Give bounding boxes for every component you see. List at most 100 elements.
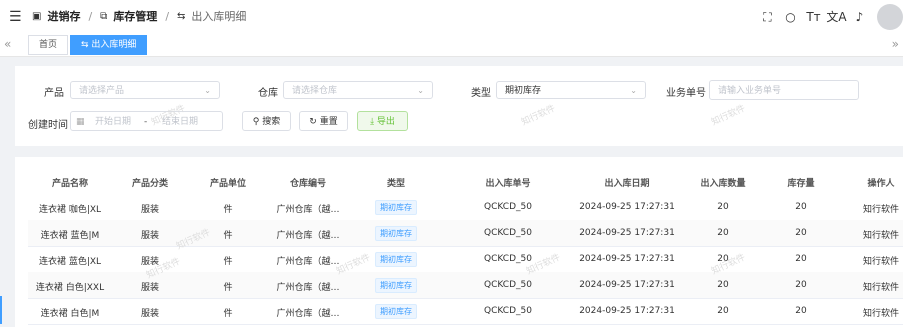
column-header-operator: 操作人 bbox=[867, 179, 895, 189]
cell-order-no: QCKCD_50 bbox=[484, 306, 532, 316]
sidebar-edge-indicator bbox=[0, 296, 2, 324]
cell-unit: 件 bbox=[223, 205, 233, 215]
translate-icon[interactable]: 文A bbox=[825, 0, 848, 34]
cell-product-name: 连衣裙 蓝色|XL bbox=[38, 257, 102, 267]
reset-button[interactable]: ↻ 重置 bbox=[299, 111, 348, 131]
export-button[interactable]: ⤓ 导出 bbox=[357, 111, 408, 131]
cell-order-no: QCKCD_50 bbox=[484, 228, 532, 238]
download-icon: ⤓ bbox=[370, 117, 377, 127]
cell-date: 2024-09-25 17:27:31 bbox=[579, 280, 675, 290]
breadcrumb-item-root[interactable]: 进销存 bbox=[47, 10, 80, 24]
search-button[interactable]: ⚲ 搜索 bbox=[242, 111, 291, 131]
cell-operator: 知行软件 bbox=[862, 257, 900, 267]
cell-quantity: 20 bbox=[717, 306, 729, 316]
cell-stock: 20 bbox=[795, 254, 807, 264]
product-label: 产品 bbox=[44, 88, 64, 99]
cell-warehouse-code: 广州仓库（越… bbox=[276, 257, 340, 267]
product-placeholder: 请选择产品 bbox=[79, 86, 125, 96]
tab-stock-detail[interactable]: ⇆ 出入库明细 bbox=[70, 35, 148, 55]
cell-operator: 知行软件 bbox=[862, 231, 900, 241]
cell-category: 服装 bbox=[140, 257, 160, 267]
cell-date: 2024-09-25 17:27:31 bbox=[579, 254, 675, 264]
breadcrumb-item-current: 出入库明细 bbox=[191, 10, 247, 23]
transfer-icon: ⇆ bbox=[81, 40, 92, 50]
table-row[interactable]: 连衣裙 咖色|XL 服装 件 广州仓库（越… 期初库存 QCKCD_50 202… bbox=[28, 194, 903, 221]
avatar[interactable] bbox=[877, 4, 903, 30]
date-range-picker[interactable]: ▦ 开始日期 - 结束日期 bbox=[70, 111, 223, 131]
date-separator: - bbox=[144, 117, 148, 127]
table-row[interactable]: 连衣裙 白色|XXL 服装 件 广州仓库（越… 期初库存 QCKCD_50 20… bbox=[28, 272, 903, 299]
bell-icon[interactable]: ♪ bbox=[848, 0, 871, 34]
top-bar: ☰ ▣ 进销存 / ⧉ 库存管理 / ⇆ 出入库明细 ⛶ ○ Tт 文A ♪ bbox=[0, 0, 903, 35]
table-row[interactable]: 连衣裙 蓝色|XL 服装 件 广州仓库（越… 期初库存 QCKCD_50 202… bbox=[28, 246, 903, 273]
cell-operator: 知行软件 bbox=[862, 283, 900, 293]
search-icon: ⚲ bbox=[252, 117, 263, 127]
product-select[interactable]: 请选择产品 ⌄ bbox=[70, 81, 220, 99]
column-header-stock: 库存量 bbox=[787, 179, 815, 189]
order-no-placeholder: 请输入业务单号 bbox=[718, 86, 782, 96]
cell-quantity: 20 bbox=[717, 202, 729, 212]
cell-date: 2024-09-25 17:27:31 bbox=[579, 306, 675, 316]
table-row[interactable]: 连衣裙 蓝色|M 服装 件 广州仓库（越… 期初库存 QCKCD_50 2024… bbox=[28, 220, 903, 247]
start-date-input[interactable]: 开始日期 bbox=[95, 112, 131, 132]
type-select[interactable]: 期初库存 ⌄ bbox=[496, 81, 646, 99]
calendar-icon: ▦ bbox=[76, 117, 85, 127]
cell-quantity: 20 bbox=[717, 254, 729, 264]
cell-category: 服装 bbox=[140, 309, 160, 319]
breadcrumb-item-inventory[interactable]: 库存管理 bbox=[113, 10, 157, 24]
cell-operator: 知行软件 bbox=[862, 309, 900, 319]
stock-detail-table: 产品名称 产品分类 产品单位 仓库编号 类型 出入库单号 出入库日期 出入库数量… bbox=[15, 157, 903, 327]
chevron-down-icon: ⌄ bbox=[417, 86, 424, 95]
inventory-icon: ⧉ bbox=[100, 11, 108, 22]
fullscreen-icon[interactable]: ⛶ bbox=[756, 0, 779, 34]
tab-label: 出入库明细 bbox=[91, 40, 137, 50]
cell-order-no: QCKCD_50 bbox=[484, 280, 532, 290]
cell-operator: 知行软件 bbox=[862, 205, 900, 215]
export-button-label: 导出 bbox=[376, 117, 395, 127]
tabs-bar: « 首页 ⇆ 出入库明细 » bbox=[0, 34, 903, 57]
column-header-warehouse-code: 仓库编号 bbox=[289, 179, 327, 189]
search-panel: 产品 请选择产品 ⌄ 仓库 请选择仓库 ⌄ 类型 期初库存 ⌄ 业务单号 请输入… bbox=[15, 66, 903, 146]
cell-unit: 件 bbox=[223, 257, 233, 267]
type-tag: 期初库存 bbox=[375, 278, 417, 293]
watermark: 知行软件 bbox=[710, 103, 748, 129]
type-tag: 期初库存 bbox=[375, 304, 417, 319]
type-tag: 期初库存 bbox=[375, 226, 417, 241]
cell-stock: 20 bbox=[795, 306, 807, 316]
reset-button-label: 重置 bbox=[319, 117, 338, 127]
font-size-icon[interactable]: Tт bbox=[802, 0, 825, 34]
watermark: 知行软件 bbox=[520, 103, 558, 129]
created-time-label: 创建时间 bbox=[28, 120, 68, 131]
tab-home[interactable]: 首页 bbox=[28, 35, 69, 55]
cell-quantity: 20 bbox=[717, 280, 729, 290]
cell-warehouse-code: 广州仓库（越… bbox=[276, 205, 340, 215]
order-no-input[interactable]: 请输入业务单号 bbox=[709, 80, 859, 100]
cell-unit: 件 bbox=[223, 283, 233, 293]
cell-category: 服装 bbox=[140, 283, 160, 293]
cell-unit: 件 bbox=[223, 309, 233, 319]
cell-order-no: QCKCD_50 bbox=[484, 254, 532, 264]
table-row[interactable]: 连衣裙 白色|M 服装 件 广州仓库（越… 期初库存 QCKCD_50 2024… bbox=[28, 298, 903, 325]
column-header-product-name: 产品名称 bbox=[51, 179, 89, 189]
search-button-label: 搜索 bbox=[262, 117, 281, 127]
cell-category: 服装 bbox=[140, 231, 160, 241]
chevron-down-icon: ⌄ bbox=[204, 86, 211, 95]
order-no-label: 业务单号 bbox=[666, 88, 706, 99]
search-icon[interactable]: ○ bbox=[779, 0, 802, 34]
breadcrumb: ▣ 进销存 / ⧉ 库存管理 / ⇆ 出入库明细 bbox=[32, 10, 246, 24]
cell-quantity: 20 bbox=[717, 228, 729, 238]
hamburger-icon[interactable]: ☰ bbox=[9, 10, 22, 24]
cell-stock: 20 bbox=[795, 280, 807, 290]
column-header-quantity: 出入库数量 bbox=[700, 179, 746, 189]
warehouse-select[interactable]: 请选择仓库 ⌄ bbox=[283, 81, 433, 99]
cell-product-name: 连衣裙 蓝色|M bbox=[40, 231, 100, 241]
scroll-right-icon[interactable]: » bbox=[892, 37, 899, 51]
scroll-left-icon[interactable]: « bbox=[4, 37, 11, 51]
warehouse-placeholder: 请选择仓库 bbox=[292, 86, 338, 96]
cell-warehouse-code: 广州仓库（越… bbox=[276, 283, 340, 293]
end-date-input[interactable]: 结束日期 bbox=[162, 112, 198, 132]
cell-date: 2024-09-25 17:27:31 bbox=[579, 202, 675, 212]
cell-product-name: 连衣裙 白色|M bbox=[40, 309, 100, 319]
warehouse-label: 仓库 bbox=[258, 88, 278, 99]
type-value: 期初库存 bbox=[505, 86, 542, 96]
